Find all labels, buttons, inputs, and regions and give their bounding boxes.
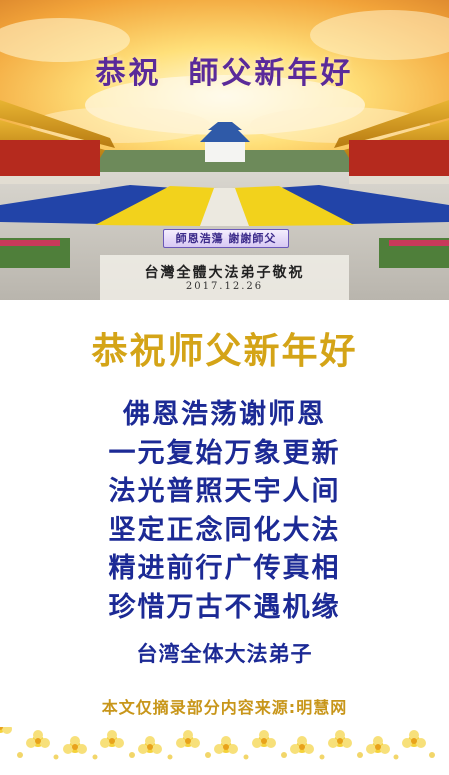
flower-border <box>0 727 435 760</box>
photo-banner: 師恩浩蕩 謝謝師父 <box>163 229 289 248</box>
photo-subtitle: 台灣全體大法弟子敬祝 <box>144 265 305 281</box>
poem-line: 珍惜万古不遇机缘 <box>108 591 341 623</box>
poem-line: 坚定正念同化大法 <box>108 514 341 546</box>
poem-line: 一元复始万象更新 <box>108 437 341 469</box>
poem: 佛恩浩荡谢师恩 一元复始万象更新 法光普照天宇人间 坚定正念同化大法 精进前行广… <box>0 396 449 627</box>
photo-illustration <box>0 0 449 300</box>
poem-line: 精进前行广传真相 <box>108 553 341 584</box>
headline: 恭祝师父新年好 <box>91 331 358 372</box>
source-note: 本文仅摘录部分内容来源:明慧网 <box>101 698 348 717</box>
photo-date: 2017.12.26 <box>185 281 264 292</box>
poem-line: 法光普照天宇人间 <box>108 476 341 507</box>
photo-title: 恭祝 師父新年好 <box>95 56 354 91</box>
poem-line: 佛恩浩荡谢师恩 <box>123 399 326 430</box>
celebration-photo: 恭祝 師父新年好 師恩浩蕩 謝謝師父 台灣全體大法弟子敬祝 2017.12.26 <box>0 0 449 300</box>
signature: 台湾全体大法弟子 <box>136 642 313 666</box>
lotus-flower-icon <box>0 727 12 734</box>
